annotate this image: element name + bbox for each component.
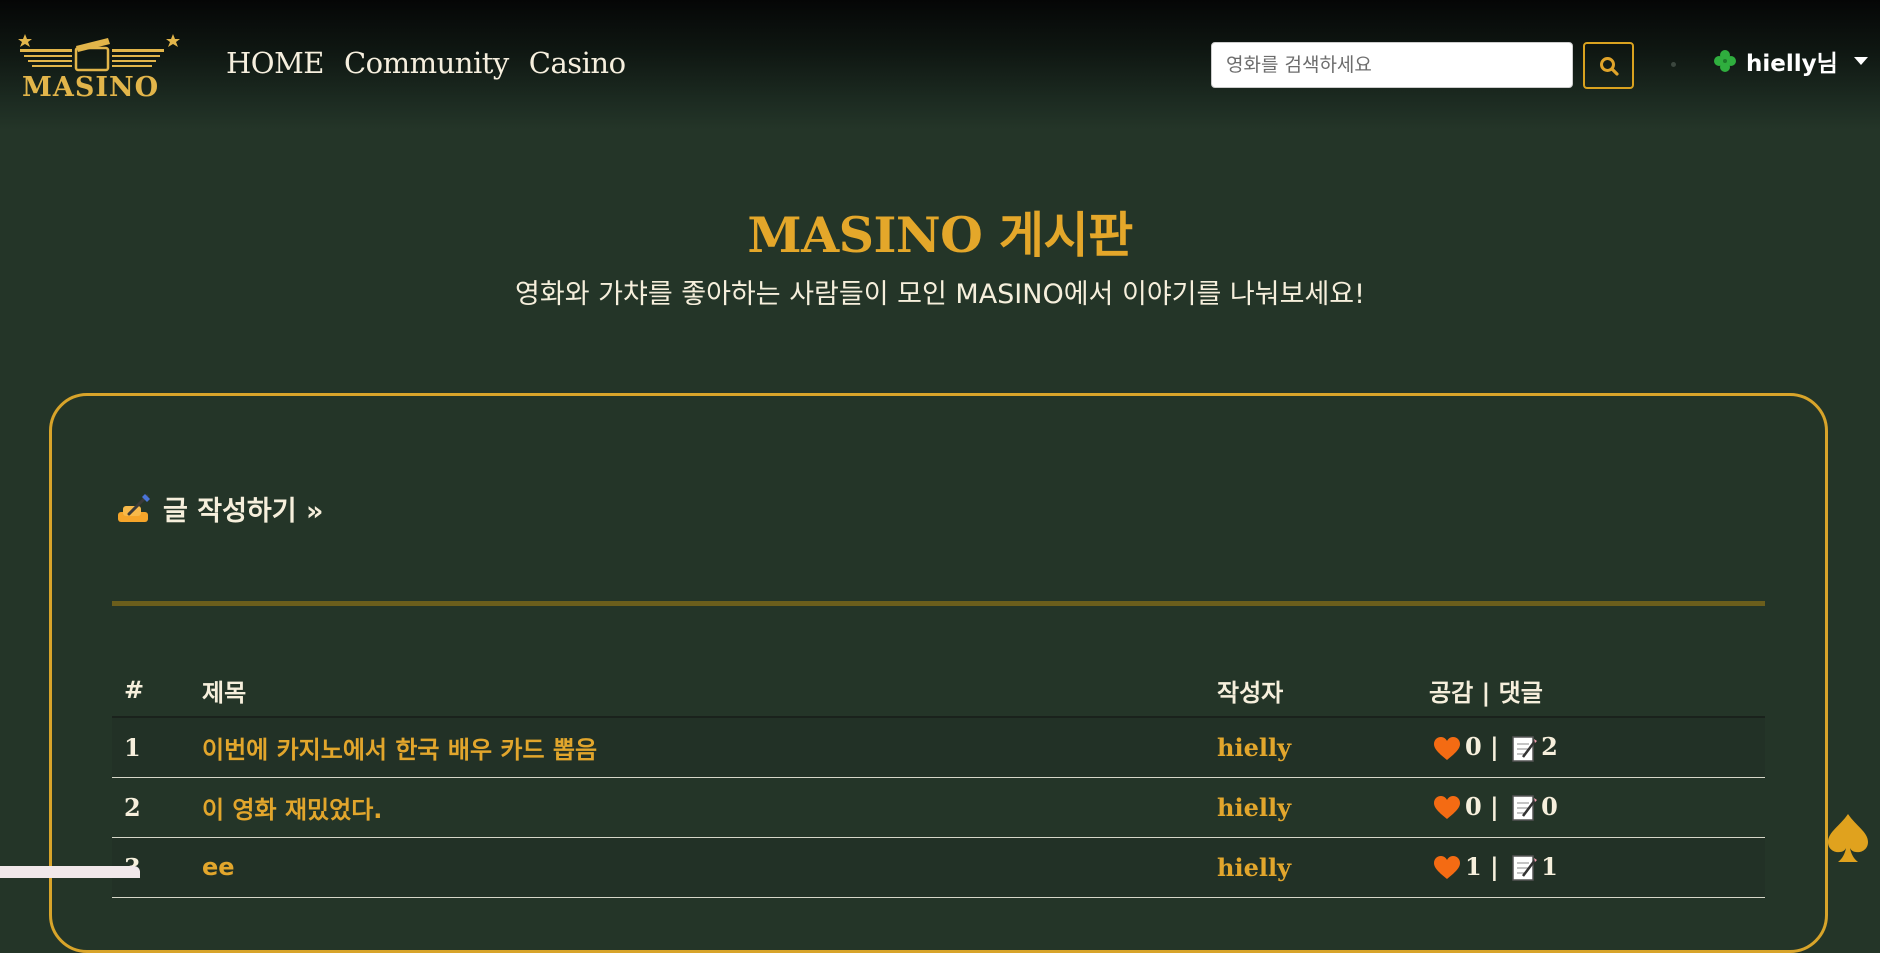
film-logo-icon — [18, 34, 180, 72]
nav-home[interactable]: HOME — [226, 46, 324, 80]
main-nav: HOME Community Casino — [226, 46, 626, 80]
search-icon — [1599, 56, 1619, 76]
brand-name: MASINO — [22, 72, 160, 103]
page-subtitle: 영화와 가챠를 좋아하는 사람들이 모인 MASINO에서 이야기를 나눠보세요… — [515, 279, 1365, 310]
page-title: MASINO 게시판 — [747, 206, 1133, 264]
post-stats: 1 | 1 — [1417, 837, 1765, 898]
col-header-author: 작성자 — [1205, 664, 1417, 718]
status-tab — [0, 866, 140, 878]
table-header-row: # 제목 작성자 공감 | 댓글 — [112, 664, 1765, 718]
divider — [112, 601, 1765, 606]
post-author: hielly — [1205, 837, 1417, 898]
table-row[interactable]: 1 이번에 카지노에서 한국 배우 카드 뽑음 hielly 0 | 2 — [112, 717, 1765, 778]
write-post-label: 글 작성하기 » — [163, 496, 324, 527]
write-post-link[interactable]: 글 작성하기 » — [115, 489, 323, 528]
col-header-stats: 공감 | 댓글 — [1417, 664, 1765, 718]
nav-community[interactable]: Community — [344, 46, 509, 80]
memo-icon — [1512, 855, 1538, 881]
writing-hand-icon — [118, 493, 150, 522]
movie-search-input[interactable] — [1211, 42, 1573, 88]
search-button[interactable] — [1583, 42, 1634, 89]
clover-icon — [1714, 50, 1736, 72]
chevron-down-icon — [1853, 57, 1868, 65]
post-stats: 0 | 0 — [1417, 777, 1765, 838]
col-header-num: # — [112, 664, 190, 718]
heart-icon — [1434, 736, 1460, 760]
user-menu-dropdown[interactable]: hielly님 — [1712, 44, 1868, 78]
nav-casino[interactable]: Casino — [529, 46, 626, 80]
memo-icon — [1512, 735, 1538, 762]
like-count: 1 — [1465, 851, 1482, 881]
post-number: 2 — [112, 777, 190, 838]
comment-count: 0 — [1541, 791, 1558, 821]
col-header-title: 제목 — [190, 664, 1205, 718]
separator-dot — [1671, 62, 1676, 67]
heart-icon — [1434, 796, 1460, 820]
table-row[interactable]: 3 ee hielly 1 | 1 — [112, 837, 1765, 898]
post-author: hielly — [1205, 717, 1417, 778]
like-count: 0 — [1465, 791, 1482, 821]
post-title-link[interactable]: 이 영화 재밌었다. — [190, 777, 1205, 838]
post-title-link[interactable]: ee — [190, 837, 1205, 898]
comment-count: 2 — [1541, 732, 1558, 761]
like-count: 0 — [1465, 732, 1482, 761]
posts-table: # 제목 작성자 공감 | 댓글 1 이번에 카지노에서 한국 배우 카드 뽑음… — [112, 664, 1765, 898]
user-name: hielly님 — [1746, 51, 1838, 77]
table-row[interactable]: 2 이 영화 재밌었다. hielly 0 | 0 — [112, 777, 1765, 838]
memo-icon — [1512, 795, 1538, 821]
post-stats: 0 | 2 — [1417, 717, 1765, 778]
post-title-link[interactable]: 이번에 카지노에서 한국 배우 카드 뽑음 — [190, 717, 1205, 778]
heart-icon — [1434, 856, 1460, 880]
navbar: MASINO HOME Community Casino hielly님 — [0, 0, 1880, 130]
post-number: 1 — [112, 717, 190, 778]
post-author: hielly — [1205, 777, 1417, 838]
spade-icon[interactable] — [1826, 812, 1870, 864]
comment-count: 1 — [1541, 851, 1558, 881]
